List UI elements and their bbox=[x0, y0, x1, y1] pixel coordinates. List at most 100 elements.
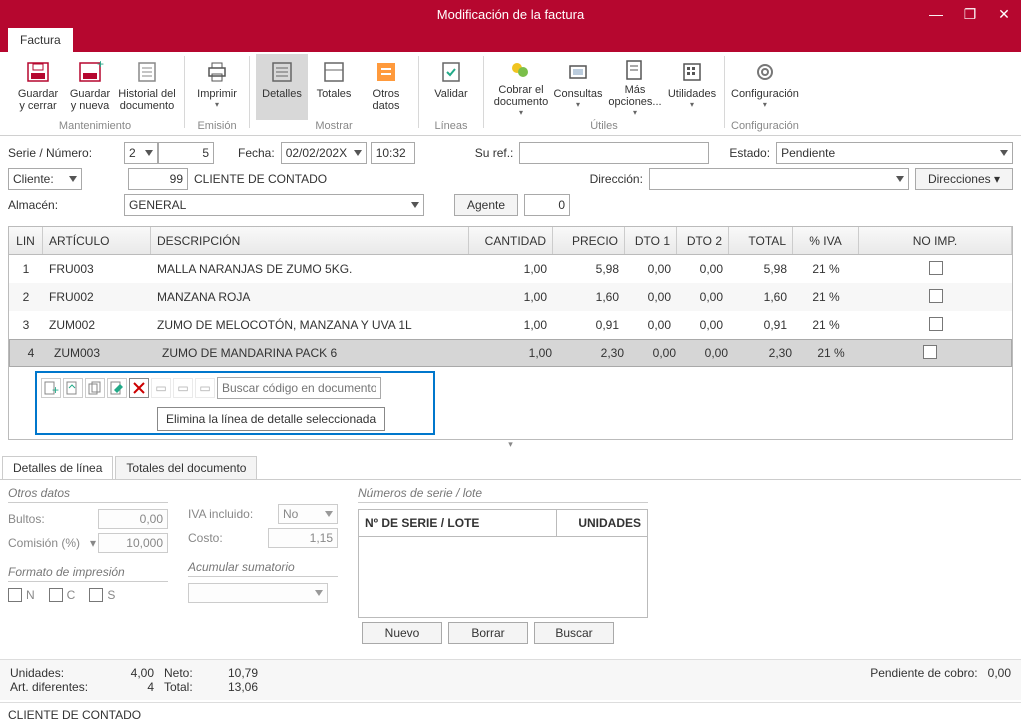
hora-input[interactable] bbox=[371, 142, 415, 164]
lines-grid: LIN ARTÍCULO DESCRIPCIÓN CANTIDAD PRECIO… bbox=[8, 226, 1013, 440]
splitter-handle[interactable]: ▾ bbox=[0, 439, 1021, 450]
group-show: Mostrar bbox=[315, 120, 352, 136]
table-row[interactable]: 4ZUM003ZUMO DE MANDARINA PACK 61,002,300… bbox=[9, 339, 1012, 367]
comision-label: Comisión (%) bbox=[8, 536, 88, 550]
otros-datos-title: Otros datos bbox=[8, 486, 168, 503]
save-new-button[interactable]: +Guardary nueva bbox=[64, 54, 116, 120]
disabled-icon-1: ▭ bbox=[151, 378, 171, 398]
chk-c[interactable] bbox=[49, 588, 63, 602]
insert-line-icon[interactable] bbox=[63, 378, 83, 398]
acumular-title: Acumular sumatorio bbox=[188, 560, 338, 577]
suref-input[interactable] bbox=[519, 142, 709, 164]
iva-incluido-label: IVA incluido: bbox=[188, 507, 278, 521]
almacen-select[interactable]: GENERAL bbox=[124, 194, 424, 216]
serie-col-header: Nº DE SERIE / LOTE bbox=[359, 510, 557, 536]
bultos-label: Bultos: bbox=[8, 512, 98, 526]
more-options-button[interactable]: Másopciones...▾ bbox=[604, 54, 666, 120]
col-iva[interactable]: % IVA bbox=[793, 227, 859, 254]
bultos-input[interactable] bbox=[98, 509, 168, 529]
table-row[interactable]: 1FRU003MALLA NARANJAS DE ZUMO 5KG.1,005,… bbox=[9, 255, 1012, 283]
delete-line-icon[interactable] bbox=[129, 378, 149, 398]
iva-incluido-select[interactable]: No bbox=[278, 504, 338, 524]
cliente-select[interactable]: Cliente: bbox=[8, 168, 82, 190]
utilities-button[interactable]: Utilidades▾ bbox=[666, 54, 718, 120]
group-lines: Líneas bbox=[434, 120, 467, 136]
maximize-button[interactable]: ❐ bbox=[953, 0, 987, 28]
table-row[interactable]: 3ZUM002ZUMO DE MELOCOTÓN, MANZANA Y UVA … bbox=[9, 311, 1012, 339]
config-button[interactable]: Configuración▾ bbox=[734, 54, 796, 120]
nuevo-button[interactable]: Nuevo bbox=[362, 622, 442, 644]
col-dto1[interactable]: DTO 1 bbox=[625, 227, 677, 254]
unidades-col-header: UNIDADES bbox=[557, 510, 647, 536]
table-row[interactable]: 2FRU002MANZANA ROJA1,001,600,000,001,602… bbox=[9, 283, 1012, 311]
fecha-label: Fecha: bbox=[238, 146, 275, 160]
col-descripcion[interactable]: DESCRIPCIÓN bbox=[151, 227, 469, 254]
col-total[interactable]: TOTAL bbox=[729, 227, 793, 254]
noimp-checkbox[interactable] bbox=[929, 289, 943, 303]
ribbon: Guardary cerrar +Guardary nueva Historia… bbox=[0, 52, 1021, 136]
other-data-button[interactable]: Otrosdatos bbox=[360, 54, 412, 120]
tab-totales-documento[interactable]: Totales del documento bbox=[115, 456, 257, 479]
col-lin[interactable]: LIN bbox=[9, 227, 43, 254]
serie-select[interactable]: 2 bbox=[124, 142, 158, 164]
costo-label: Costo: bbox=[188, 531, 268, 545]
validate-button[interactable]: Validar bbox=[425, 54, 477, 120]
serie-table: Nº DE SERIE / LOTE UNIDADES bbox=[358, 509, 648, 618]
window-title: Modificación de la factura bbox=[437, 7, 584, 22]
comision-input[interactable] bbox=[98, 533, 168, 553]
serie-title: Números de serie / lote bbox=[358, 486, 648, 503]
chk-s[interactable] bbox=[89, 588, 103, 602]
acumular-select[interactable] bbox=[188, 583, 328, 603]
col-precio[interactable]: PRECIO bbox=[553, 227, 625, 254]
delete-tooltip: Elimina la línea de detalle seleccionada bbox=[157, 407, 385, 431]
col-noimp[interactable]: NO IMP. bbox=[859, 227, 1012, 254]
suref-label: Su ref.: bbox=[475, 146, 514, 160]
agente-input[interactable] bbox=[524, 194, 570, 216]
borrar-button[interactable]: Borrar bbox=[448, 622, 528, 644]
fecha-select[interactable]: 02/02/202X bbox=[281, 142, 367, 164]
copy-line-icon[interactable] bbox=[85, 378, 105, 398]
close-button[interactable]: ✕ bbox=[987, 0, 1021, 28]
search-code-input[interactable] bbox=[217, 377, 381, 399]
formato-title: Formato de impresión bbox=[8, 565, 168, 582]
group-maintenance: Mantenimiento bbox=[59, 120, 131, 136]
new-line-icon[interactable]: + bbox=[41, 378, 61, 398]
buscar-button[interactable]: Buscar bbox=[534, 622, 614, 644]
direccion-select[interactable] bbox=[649, 168, 909, 190]
almacen-label: Almacén: bbox=[8, 198, 118, 212]
cliente-num-input[interactable] bbox=[128, 168, 188, 190]
status-bar: CLIENTE DE CONTADO bbox=[0, 702, 1021, 726]
estado-select[interactable]: Pendiente bbox=[776, 142, 1013, 164]
minimize-button[interactable]: — bbox=[919, 0, 953, 28]
print-button[interactable]: Imprimir▾ bbox=[191, 54, 243, 120]
noimp-checkbox[interactable] bbox=[923, 345, 937, 359]
group-emission: Emisión bbox=[197, 120, 236, 136]
history-button[interactable]: Historial deldocumento bbox=[116, 54, 178, 120]
noimp-checkbox[interactable] bbox=[929, 261, 943, 275]
col-dto2[interactable]: DTO 2 bbox=[677, 227, 729, 254]
col-articulo[interactable]: ARTÍCULO bbox=[43, 227, 151, 254]
agente-button[interactable]: Agente bbox=[454, 194, 518, 216]
direccion-label: Dirección: bbox=[590, 172, 643, 186]
tab-factura[interactable]: Factura bbox=[8, 28, 73, 52]
svg-text:+: + bbox=[97, 57, 104, 71]
tab-strip: Factura bbox=[0, 28, 1021, 52]
save-close-button[interactable]: Guardary cerrar bbox=[12, 54, 64, 120]
col-cantidad[interactable]: CANTIDAD bbox=[469, 227, 553, 254]
direcciones-button[interactable]: Direcciones ▾ bbox=[915, 168, 1013, 190]
noimp-checkbox[interactable] bbox=[929, 317, 943, 331]
svg-text:+: + bbox=[52, 383, 59, 397]
edit-line-icon[interactable] bbox=[107, 378, 127, 398]
number-input[interactable] bbox=[158, 142, 214, 164]
tab-detalles-linea[interactable]: Detalles de línea bbox=[2, 456, 113, 479]
group-utilities: Útiles bbox=[590, 120, 618, 136]
queries-button[interactable]: Consultas▾ bbox=[552, 54, 604, 120]
costo-input[interactable] bbox=[268, 528, 338, 548]
group-config: Configuración bbox=[731, 120, 799, 136]
serie-label: Serie / Número: bbox=[8, 146, 118, 160]
collect-button[interactable]: Cobrar eldocumento▾ bbox=[490, 54, 552, 120]
details-button[interactable]: Detalles bbox=[256, 54, 308, 120]
chk-n[interactable] bbox=[8, 588, 22, 602]
totals-button[interactable]: Totales bbox=[308, 54, 360, 120]
line-toolbar: + ▭ ▭ ▭ Elimina la línea de detalle sele… bbox=[35, 371, 435, 435]
